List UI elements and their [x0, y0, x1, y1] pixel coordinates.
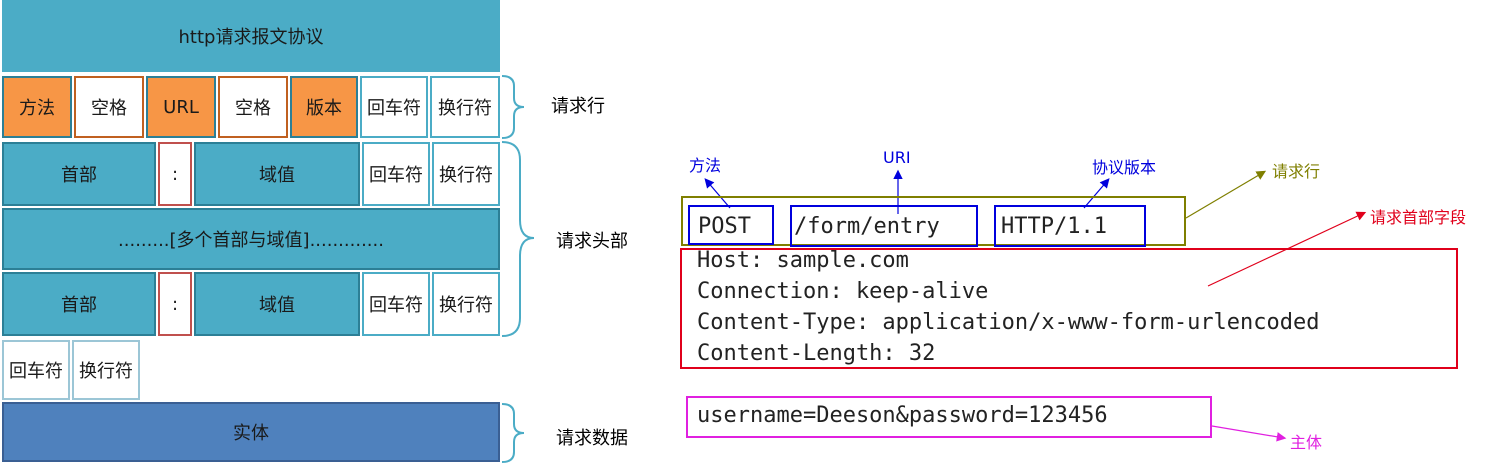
header-line-2: Connection: keep-alive: [697, 279, 989, 304]
request-method: POST: [698, 214, 751, 239]
header-line-4: Content-Length: 32: [697, 341, 936, 366]
header-line-3: Content-Type: application/x-www-form-url…: [697, 310, 1320, 335]
body-text: username=Deeson&password=123456: [697, 403, 1108, 428]
arrow-request-line: [1185, 170, 1267, 219]
arrow-body: [1211, 425, 1287, 442]
request-uri: /form/entry: [794, 214, 940, 239]
header-line-1: Host: sample.com: [697, 248, 909, 273]
request-version: HTTP/1.1: [1001, 214, 1107, 239]
